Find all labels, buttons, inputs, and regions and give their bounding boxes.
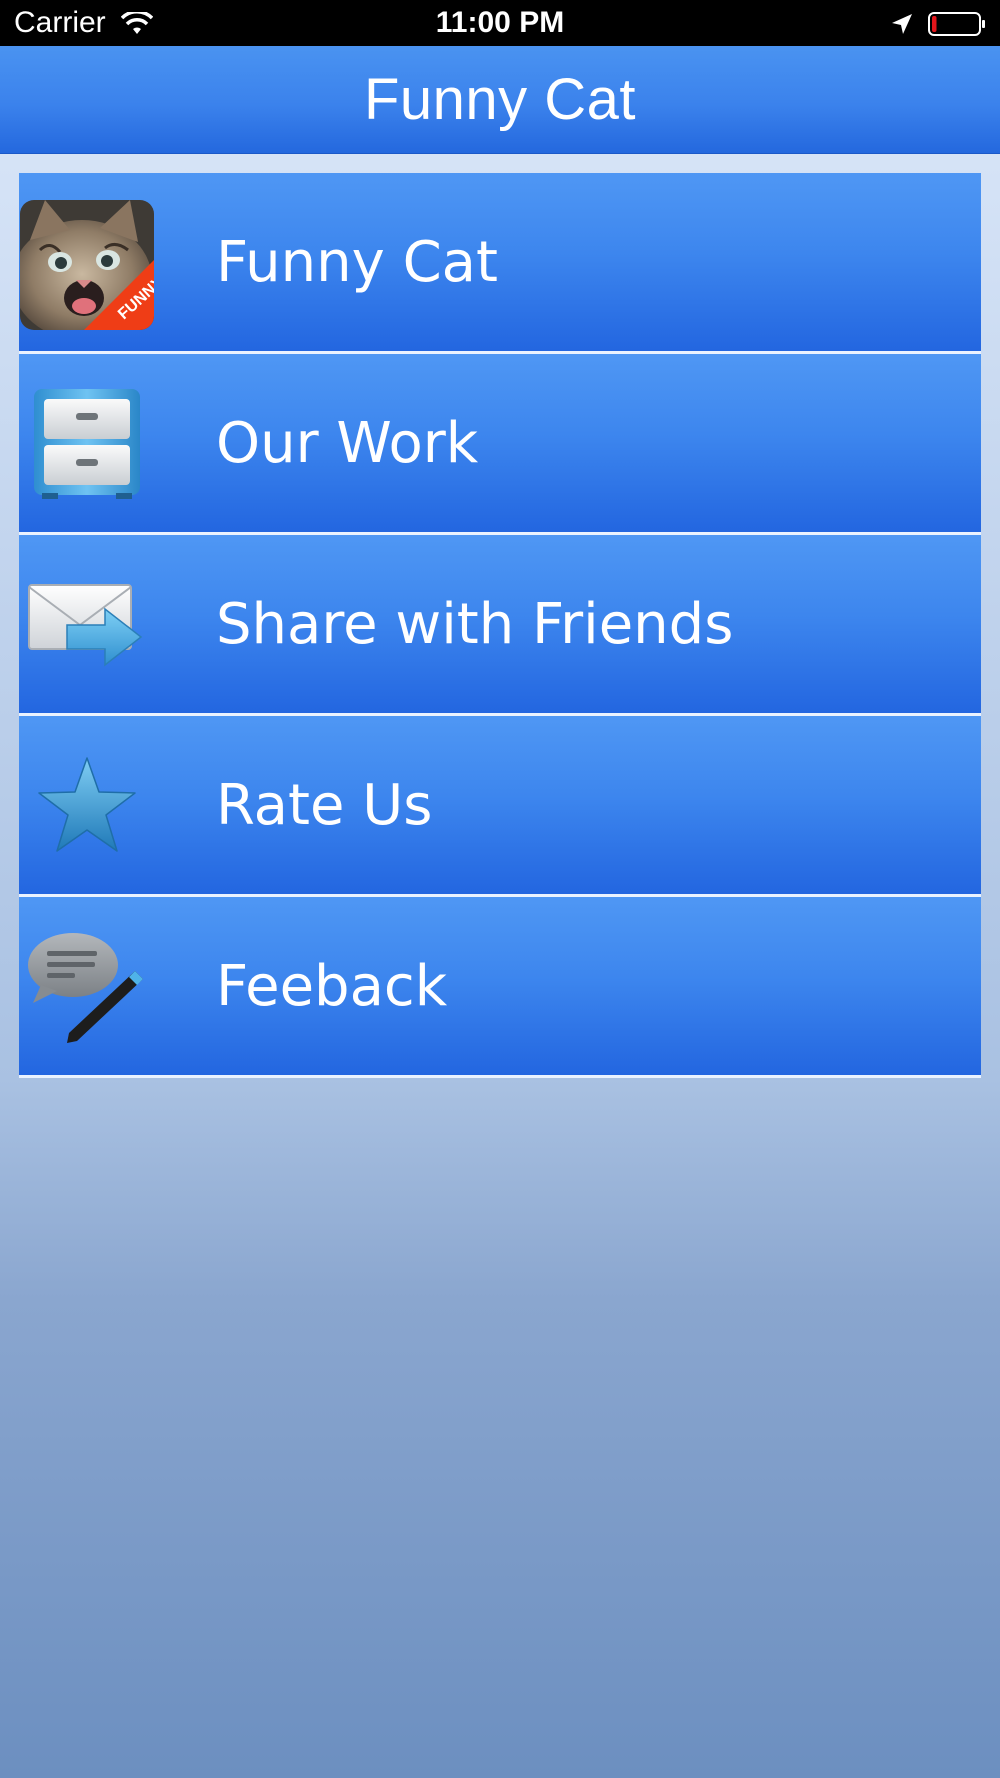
menu-item-label: Share with Friends [216, 591, 734, 657]
status-bar: Carrier 11:00 PM [0, 0, 1000, 46]
menu-item-label: Funny Cat [216, 229, 498, 295]
menu-item-share-with-friends[interactable]: Share with Friends [19, 535, 981, 716]
page-title: Funny Cat [363, 67, 637, 132]
navigation-bar: Funny Cat [0, 46, 1000, 154]
menu-item-our-work[interactable]: Our Work [19, 354, 981, 535]
speech-bubble-pen-icon [19, 919, 154, 1054]
status-time: 11:00 PM [435, 6, 565, 39]
cat-app-icon: FUNNY [19, 197, 154, 332]
star-icon [19, 738, 154, 873]
location-arrow-icon [892, 14, 912, 34]
battery-fill [932, 16, 937, 32]
file-cabinet-icon [19, 376, 154, 511]
battery-icon [928, 12, 985, 36]
menu-item-funny-cat[interactable]: FUNNY Funny Cat [19, 173, 981, 354]
mail-forward-icon [19, 557, 154, 692]
menu-item-label: Rate Us [216, 772, 433, 838]
menu-item-rate-us[interactable]: Rate Us [19, 716, 981, 897]
menu-item-label: Our Work [216, 410, 479, 476]
menu-list: FUNNY Funny Cat Our Work Share with Frie… [19, 173, 981, 1078]
menu-item-label: Feeback [216, 953, 448, 1019]
menu-item-feedback[interactable]: Feeback [19, 897, 981, 1078]
